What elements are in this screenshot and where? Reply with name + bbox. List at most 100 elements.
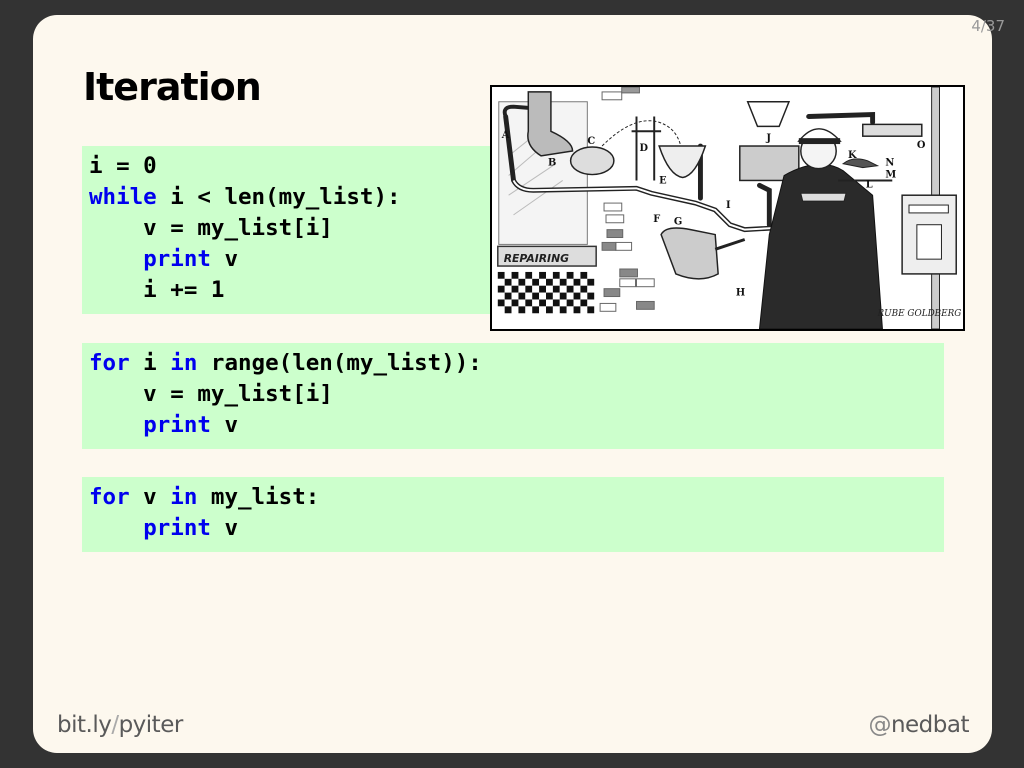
code-text: range(len(my_list)): — [197, 350, 482, 376]
checker-cell — [573, 285, 581, 293]
code-text: v — [129, 484, 171, 510]
checker-cell — [559, 271, 567, 279]
diagram-label: A — [501, 130, 510, 141]
checker-cell — [497, 285, 505, 293]
checker-cell — [573, 278, 581, 286]
checker-cell — [559, 285, 567, 293]
checker-cell — [532, 278, 540, 286]
checker-cell — [566, 285, 574, 293]
code-keyword: print — [143, 515, 211, 541]
checker-cell — [504, 285, 512, 293]
slide: 4/37 Iteration i = 0 while i < len(my_lis… — [33, 15, 1005, 753]
checker-cell — [532, 299, 540, 307]
checker-cell — [511, 271, 519, 279]
checker-cell — [504, 271, 512, 279]
code-keyword: print — [143, 412, 211, 438]
artist-signature: RUBE GOLDBERG — [877, 309, 962, 319]
code-line: print v — [89, 513, 937, 544]
code-keyword: print — [143, 246, 211, 272]
code-block-for-range: for i in range(len(my_list)): v = my_lis… — [82, 343, 944, 449]
checker-cell — [587, 278, 595, 286]
code-line: print v — [89, 244, 495, 275]
diagram-label: L — [866, 179, 873, 190]
diagram-label: G — [674, 217, 682, 228]
checker-cell — [525, 285, 533, 293]
checker-cell — [580, 285, 588, 293]
checker-cell — [580, 271, 588, 279]
checker-cell — [546, 278, 553, 286]
footer-handle[interactable]: @nedbat — [868, 712, 969, 738]
diagram-label: F — [653, 214, 660, 225]
checker-cell — [525, 292, 533, 300]
checker-cell — [552, 285, 560, 293]
checker-cell — [525, 271, 533, 279]
code-line: v = my_list[i] — [89, 213, 495, 244]
checker-cell — [497, 292, 505, 300]
checker-cell — [518, 306, 526, 314]
checker-cell — [532, 292, 540, 300]
checker-cell — [580, 306, 588, 314]
slide-counter: 4/37 — [971, 17, 1005, 35]
checker-cell — [504, 306, 512, 314]
checker-cell — [587, 299, 595, 307]
repairing-sign-text: REPAIRING — [504, 252, 569, 265]
footer-link[interactable]: bit.ly/pyiter — [57, 712, 183, 738]
slide-title: Iteration — [83, 65, 262, 109]
checker-cell — [587, 292, 595, 300]
checker-cell — [573, 292, 581, 300]
checker-cell — [587, 285, 595, 293]
checkerboard-pattern — [497, 271, 595, 314]
code-text: i < len(my_list): — [156, 184, 401, 210]
code-line: while i < len(my_list): — [89, 182, 495, 213]
code-line: v = my_list[i] — [89, 379, 937, 410]
checker-cell — [546, 299, 553, 307]
code-keyword: in — [170, 350, 198, 376]
checker-cell — [580, 299, 588, 307]
code-line: print v — [89, 410, 937, 441]
code-block-for-in: for v in my_list: print v — [82, 477, 944, 552]
checker-cell — [532, 271, 540, 279]
diagram-label: D — [639, 143, 648, 154]
checker-cell — [518, 271, 526, 279]
checker-cell — [511, 285, 519, 293]
checker-cell — [552, 271, 560, 279]
checker-cell — [580, 292, 588, 300]
diagram-label: B — [548, 158, 556, 169]
checker-cell — [546, 292, 553, 300]
rube-goldberg-illustration: REPAIRING RUBE GOLDBERG A B C D E F G H … — [490, 85, 965, 331]
checker-cell — [497, 299, 505, 307]
checker-cell — [587, 306, 595, 314]
footer-link-path: pyiter — [118, 712, 184, 738]
footer-link-host: bit.ly — [57, 712, 112, 738]
diagram-label: H — [736, 288, 745, 299]
checker-cell — [539, 278, 546, 286]
checker-cell — [539, 306, 546, 314]
checker-cell — [511, 306, 519, 314]
illustration-drawing: REPAIRING RUBE GOLDBERG ABCDEF GHIJKLMNO — [493, 87, 962, 329]
checker-cell — [552, 299, 560, 307]
code-line: for i in range(len(my_list)): — [89, 348, 937, 379]
checker-cell — [525, 306, 533, 314]
checker-cell — [552, 292, 560, 300]
checker-cell — [566, 292, 574, 300]
checker-cell — [573, 271, 581, 279]
checker-cell — [566, 306, 574, 314]
footer-handle-name: nedbat — [890, 712, 970, 738]
checker-cell — [566, 299, 574, 307]
checker-cell — [559, 306, 567, 314]
code-text: v = my_list[i] — [89, 215, 333, 241]
checker-cell — [587, 271, 595, 279]
diagram-label: O — [917, 140, 926, 151]
checker-cell — [559, 278, 567, 286]
checker-cell — [532, 285, 540, 293]
checker-cell — [511, 292, 519, 300]
checker-cell — [497, 271, 505, 279]
checker-cell — [566, 278, 574, 286]
checker-cell — [566, 271, 574, 279]
checker-cell — [532, 306, 540, 314]
checker-cell — [539, 285, 546, 293]
code-line: for v in my_list: — [89, 482, 937, 513]
